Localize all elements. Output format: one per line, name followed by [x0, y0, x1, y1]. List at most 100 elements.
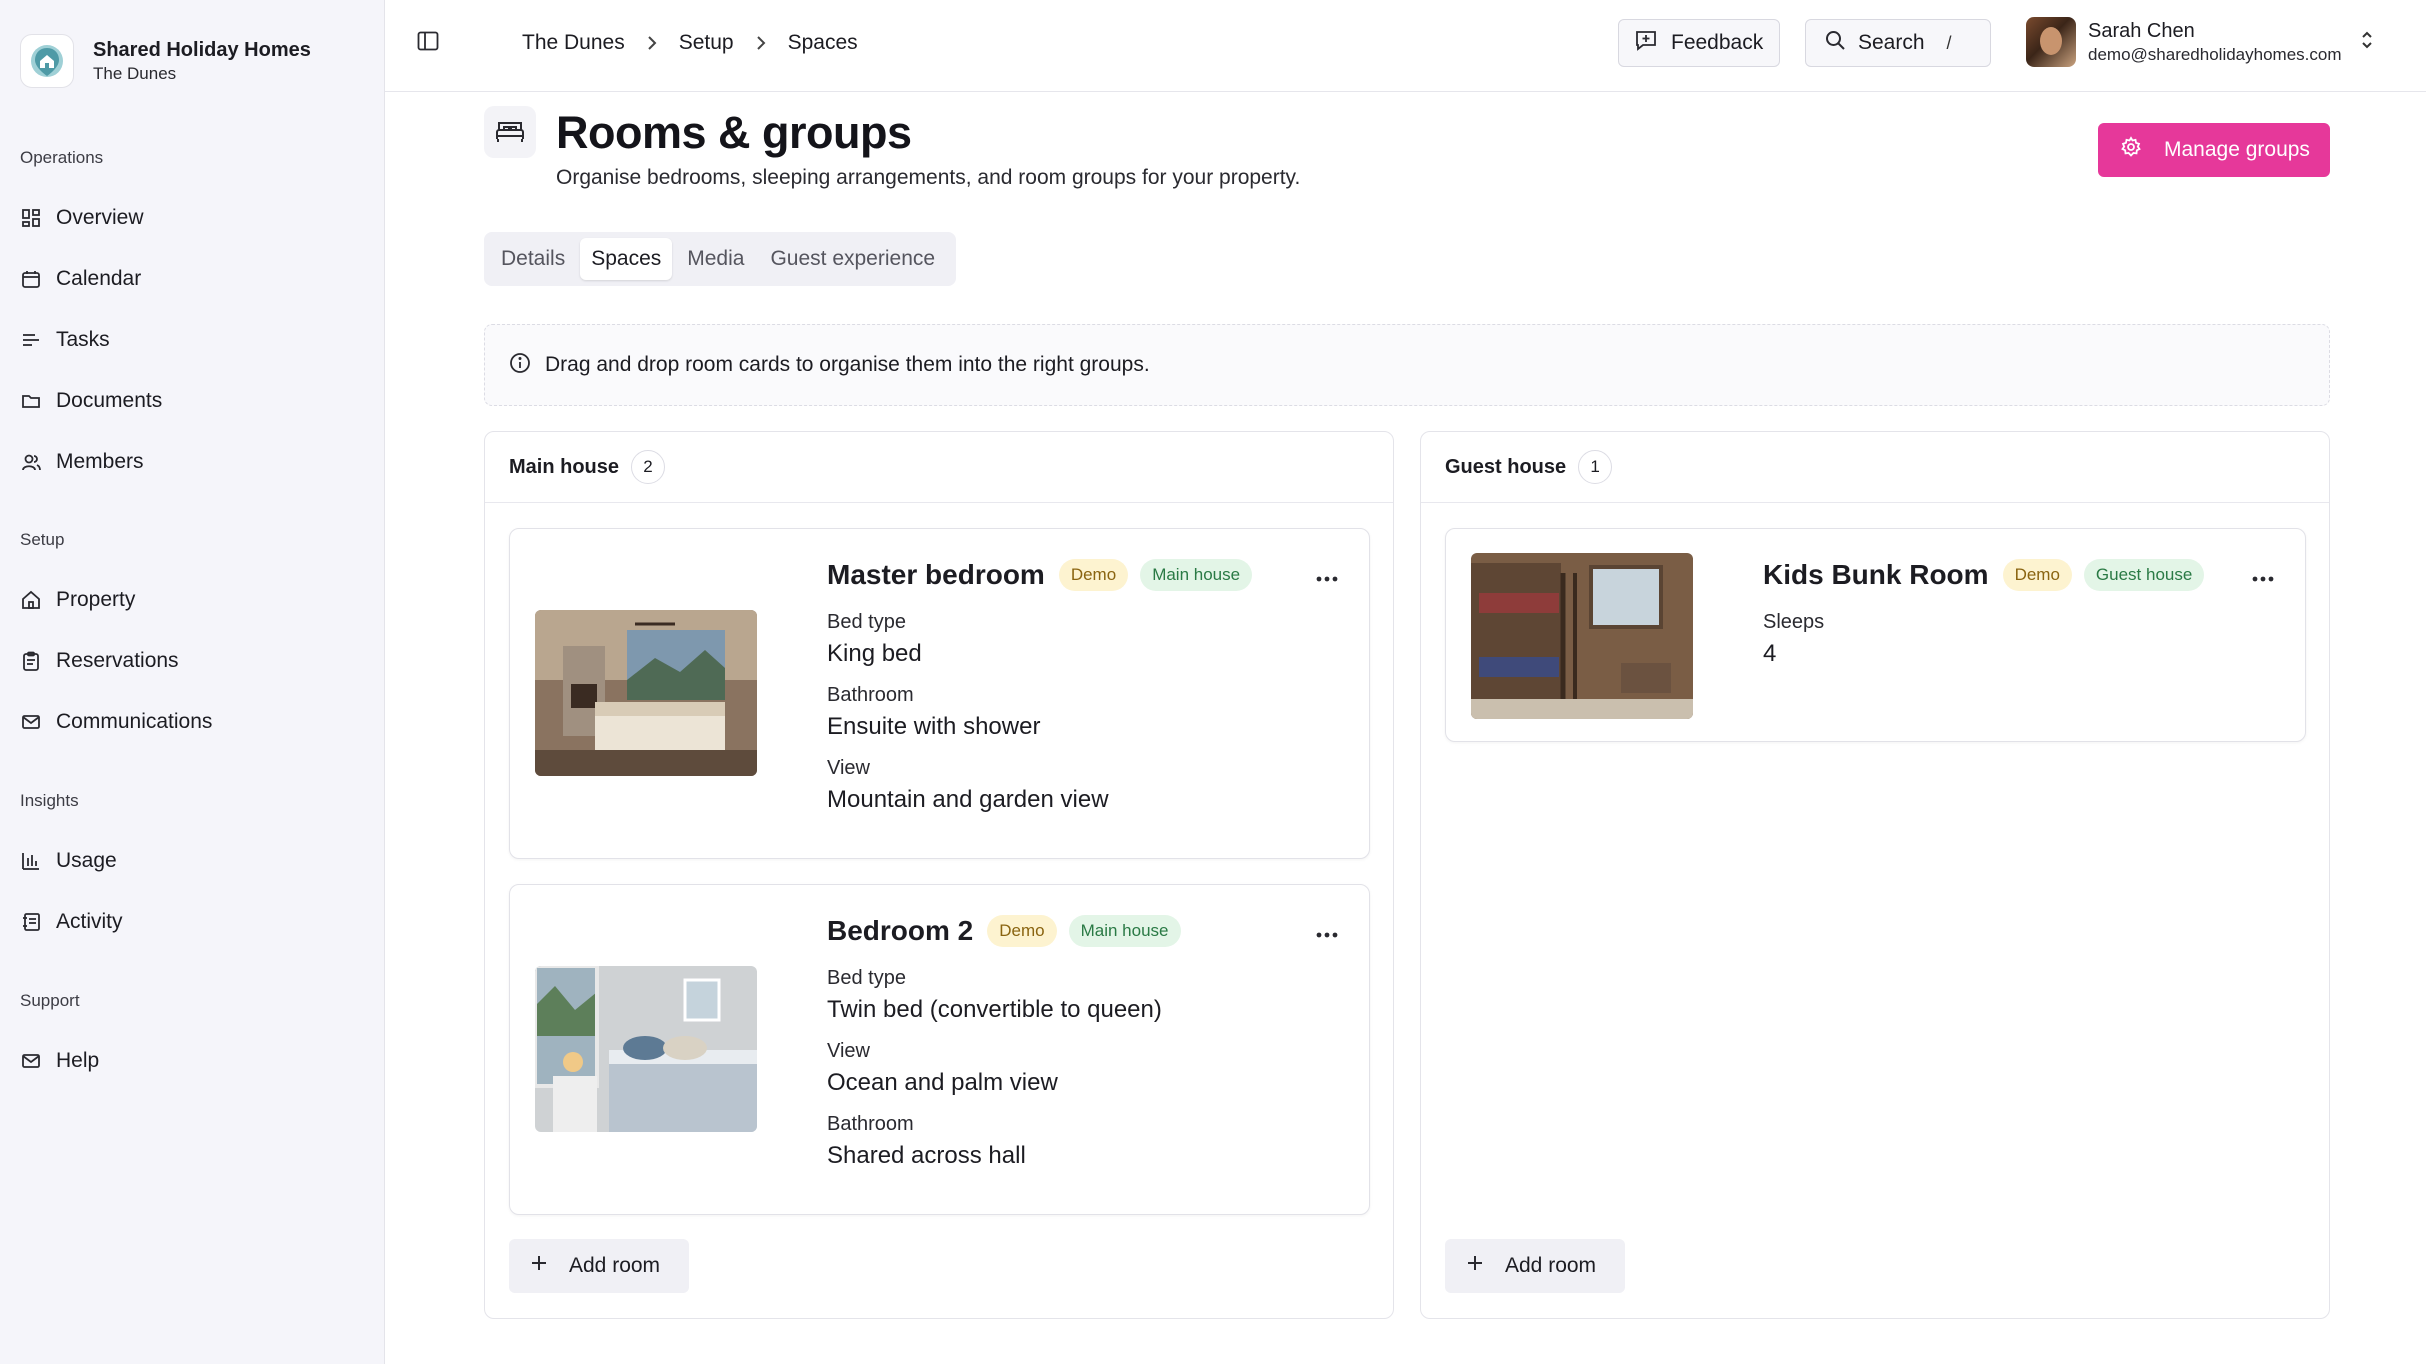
manage-groups-button[interactable]: Manage groups — [2098, 123, 2330, 177]
tabs: Details Spaces Media Guest experience — [484, 232, 957, 286]
users-icon — [20, 451, 42, 473]
group-header: Guest house 1 — [1421, 432, 2329, 503]
more-horizontal-icon — [1316, 569, 1338, 587]
sidebar-item-label: Usage — [56, 848, 117, 872]
demo-badge: Demo — [1058, 559, 1129, 591]
sidebar-item-label: Overview — [56, 205, 144, 229]
more-options-button[interactable] — [1309, 562, 1345, 594]
tab-media[interactable]: Media — [676, 238, 755, 280]
search-shortcut: / — [1946, 32, 1952, 53]
more-options-button[interactable] — [2245, 562, 2281, 594]
feedback-icon — [1635, 29, 1657, 57]
sidebar-item-communications[interactable]: Communications — [20, 691, 212, 752]
info-icon — [509, 352, 531, 379]
calendar-icon — [20, 268, 42, 290]
chevron-up-down-icon — [2360, 29, 2374, 56]
breadcrumb-item-spaces[interactable]: Spaces — [788, 31, 858, 55]
plus-icon — [1465, 1253, 1485, 1279]
sidebar-item-reservations[interactable]: Reservations — [20, 630, 212, 691]
topbar: The Dunes Setup Spaces Feedback Search /… — [385, 0, 2426, 92]
search-label: Search — [1858, 31, 1925, 54]
group-badge: Guest house — [2083, 559, 2205, 591]
sidebar-item-property[interactable]: Property — [20, 569, 212, 630]
mail-icon — [20, 1050, 42, 1072]
breadcrumb-item-setup[interactable]: Setup — [679, 31, 734, 55]
attr-value: Twin bed (convertible to queen) — [827, 996, 1162, 1023]
avatar — [2026, 17, 2076, 67]
home-icon — [20, 589, 42, 611]
attr-value: Ensuite with shower — [827, 713, 1041, 740]
room-title: Master bedroom — [827, 559, 1045, 590]
folder-icon — [20, 390, 42, 412]
tab-spaces[interactable]: Spaces — [580, 238, 673, 280]
add-room-label: Add room — [569, 1254, 661, 1277]
sidebar-toggle-icon — [417, 31, 439, 56]
sidebar-item-calendar[interactable]: Calendar — [20, 248, 162, 309]
sidebar-toggle-button[interactable] — [411, 28, 445, 58]
tab-details[interactable]: Details — [490, 238, 576, 280]
nav-heading-support: Support — [20, 991, 80, 1010]
clipboard-icon — [20, 650, 42, 672]
group-count-badge: 2 — [631, 450, 666, 484]
group-title: Main house — [509, 455, 620, 478]
page-subtitle: Organise bedrooms, sleeping arrangements… — [556, 166, 1301, 189]
attr-value: Mountain and garden view — [827, 786, 1109, 813]
add-room-button[interactable]: Add room — [509, 1239, 689, 1293]
feedback-label: Feedback — [1671, 31, 1764, 54]
room-photo — [535, 610, 757, 776]
group-panel-guest-house: Guest house 1 Kids Bunk Room Demo Guest … — [1420, 431, 2330, 1319]
attr-label: Bathroom — [827, 1113, 914, 1135]
nav-heading-insights: Insights — [20, 791, 79, 810]
demo-badge: Demo — [987, 915, 1057, 947]
room-card-kids-bunk-room[interactable]: Kids Bunk Room Demo Guest house Sleeps 4 — [1445, 528, 2306, 742]
chevron-right-icon — [756, 35, 766, 51]
search-button[interactable]: Search / — [1805, 19, 1991, 67]
manage-groups-label: Manage groups — [2164, 138, 2310, 161]
attr-label: Bed type — [827, 967, 906, 989]
sidebar-item-documents[interactable]: Documents — [20, 370, 162, 431]
user-name: Sarah Chen — [2088, 20, 2195, 42]
nav-section-setup: Setup Property Reservations Communicatio… — [20, 527, 212, 752]
group-badge: Main house — [1068, 915, 1181, 947]
sidebar-item-help[interactable]: Help — [20, 1030, 99, 1091]
room-photo — [1471, 553, 1693, 719]
group-header: Main house 2 — [485, 432, 1393, 503]
user-menu[interactable]: Sarah Chen demo@sharedholidayhomes.com — [2026, 17, 2374, 67]
breadcrumb: The Dunes Setup Spaces — [522, 28, 858, 58]
sidebar-item-members[interactable]: Members — [20, 431, 162, 492]
add-room-label: Add room — [1505, 1254, 1597, 1277]
room-details: Bedroom 2 Demo Main house Bed type Twin … — [827, 909, 1181, 1172]
breadcrumb-item-property[interactable]: The Dunes — [522, 31, 625, 55]
group-panel-main-house: Main house 2 Master bedroom Demo Main ho… — [484, 431, 1394, 1319]
mail-icon — [20, 711, 42, 733]
more-options-button[interactable] — [1309, 918, 1345, 950]
sidebar-item-usage[interactable]: Usage — [20, 830, 123, 891]
sidebar-item-label: Documents — [56, 388, 163, 412]
sidebar-item-label: Activity — [56, 909, 123, 933]
attr-value: Ocean and palm view — [827, 1069, 1058, 1096]
chevron-right-icon — [647, 35, 657, 51]
tab-guest-experience[interactable]: Guest experience — [759, 238, 946, 280]
sidebar-item-overview[interactable]: Overview — [20, 187, 162, 248]
bar-chart-icon — [20, 850, 42, 872]
brand-name: Shared Holiday Homes — [93, 39, 311, 61]
sidebar-item-label: Tasks — [56, 327, 110, 351]
room-card-master-bedroom[interactable]: Master bedroom Demo Main house Bed type … — [509, 528, 1370, 859]
sidebar-item-tasks[interactable]: Tasks — [20, 309, 162, 370]
list-icon — [20, 329, 42, 351]
add-room-button[interactable]: Add room — [1445, 1239, 1625, 1293]
group-badge: Main house — [1140, 559, 1253, 591]
brand[interactable]: Shared Holiday Homes The Dunes — [20, 34, 311, 88]
attr-label: Sleeps — [1763, 611, 1825, 633]
attr-value: Shared across hall — [827, 1142, 1026, 1169]
gear-icon — [2120, 136, 2142, 164]
feedback-button[interactable]: Feedback — [1618, 19, 1780, 67]
page-title: Rooms & groups — [556, 107, 912, 158]
sidebar-item-activity[interactable]: Activity — [20, 891, 123, 952]
room-card-bedroom-2[interactable]: Bedroom 2 Demo Main house Bed type Twin … — [509, 884, 1370, 1215]
nav-heading-operations: Operations — [20, 148, 104, 167]
bed-icon — [484, 106, 536, 158]
attr-label: Bed type — [827, 611, 906, 633]
nav-section-operations: Operations Overview Calendar Tasks Docum… — [20, 145, 162, 492]
room-details: Kids Bunk Room Demo Guest house Sleeps 4 — [1763, 553, 2205, 670]
